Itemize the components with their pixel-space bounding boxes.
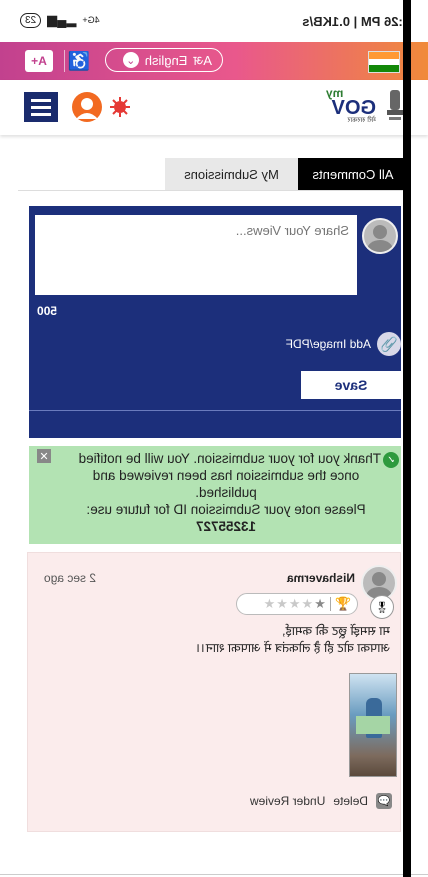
- success-alert: ✓ Thank you for your submission. You wil…: [29, 446, 401, 544]
- review-status: Under Review: [249, 794, 326, 808]
- chevron-down-icon: ⌄: [122, 52, 139, 68]
- language-label: English: [144, 52, 188, 68]
- india-flag-icon: [368, 51, 400, 73]
- tab-my-submissions[interactable]: My Submissions: [165, 158, 298, 190]
- alert-line: once the submission has been reviewed an…: [92, 468, 360, 483]
- language-prefix: Aअ: [193, 53, 212, 68]
- site-header: my GOV मेरी सरकार: [0, 80, 428, 135]
- top-bar: Aअ English ⌄ ♿ A+: [0, 42, 428, 80]
- save-button[interactable]: Save: [301, 371, 401, 399]
- user-profile-icon[interactable]: [71, 91, 103, 123]
- comment-line: मा समझें छूट की कमाई,: [282, 624, 390, 638]
- check-icon: ✓: [383, 452, 399, 468]
- mygov-logo[interactable]: my GOV मेरी सरकार: [326, 86, 376, 128]
- attach-label: Add Image/PDF: [285, 337, 371, 351]
- comment-input[interactable]: [35, 215, 357, 295]
- submission-id: 13255727: [195, 519, 257, 534]
- star-rating[interactable]: ★★★★★: [263, 596, 326, 612]
- comment-form-panel: 500 📎 Add Image/PDF Save: [29, 206, 401, 438]
- scroll-edge: [403, 0, 411, 877]
- text-size-icon[interactable]: A+: [25, 50, 53, 72]
- comment-actions: 💬 Delete Under Review: [250, 793, 392, 809]
- status-icons: 4G+ ▂▄▆ 23: [20, 12, 100, 28]
- alert-line: Please note your Submission ID for futur…: [86, 502, 366, 517]
- comment-icon: 💬: [376, 793, 392, 809]
- photo-sign: [356, 716, 390, 734]
- comment-text: मा समझें छूट की कमाई, आपका वोट ही है लोक…: [30, 623, 390, 657]
- attach-file-button[interactable]: 📎 Add Image/PDF: [286, 332, 401, 356]
- battery-icon: 23: [20, 12, 42, 28]
- signal-icon: ▂▄▆: [47, 12, 77, 27]
- divider: [64, 50, 65, 72]
- status-bar: 1:26 PM | 0.1KB/s 4G+ ▂▄▆ 23: [0, 0, 428, 40]
- trophy-icon: 🏆: [334, 596, 351, 611]
- language-selector[interactable]: Aअ English ⌄: [105, 48, 223, 72]
- status-time: 1:26 PM | 0.1KB/s: [302, 14, 410, 29]
- logo-gov: GOV: [331, 97, 376, 119]
- menu-line: [31, 105, 51, 109]
- network-label: 4G+: [82, 15, 100, 25]
- divider: [0, 874, 428, 875]
- badge-icon: 🎖: [370, 595, 394, 619]
- menu-button[interactable]: [24, 92, 58, 122]
- comment-card: 🎖 Nishaverma 2 sec ago 🏆 ★★★★★ मा समझें …: [27, 552, 401, 832]
- divider: [329, 597, 331, 611]
- comment-tabs: All Comments My Submissions: [18, 158, 408, 191]
- tab-all-comments[interactable]: All Comments: [298, 158, 408, 190]
- alert-line: published.: [195, 485, 257, 500]
- rating-widget[interactable]: 🏆 ★★★★★: [236, 593, 358, 615]
- covid-icon[interactable]: [109, 96, 131, 118]
- menu-line: [31, 98, 51, 102]
- char-counter: 500: [36, 304, 57, 318]
- accessibility-icon[interactable]: ♿: [68, 51, 90, 72]
- alert-message: Thank you for your submission. You will …: [71, 450, 381, 535]
- delete-link[interactable]: Delete: [333, 794, 368, 808]
- menu-line: [31, 112, 51, 116]
- alert-line: Thank you for your submission. You will …: [78, 451, 381, 466]
- comment-username[interactable]: Nishaverma: [287, 571, 355, 585]
- comment-time: 2 sec ago: [44, 571, 97, 585]
- paperclip-icon: 📎: [377, 332, 401, 356]
- divider: [29, 410, 401, 411]
- avatar: [362, 218, 398, 254]
- close-icon[interactable]: ✕: [37, 449, 51, 463]
- comment-attachment-image[interactable]: [349, 673, 397, 777]
- comment-line: आपका वोट ही है लोकतंत्र में आपका शान।।: [196, 641, 390, 655]
